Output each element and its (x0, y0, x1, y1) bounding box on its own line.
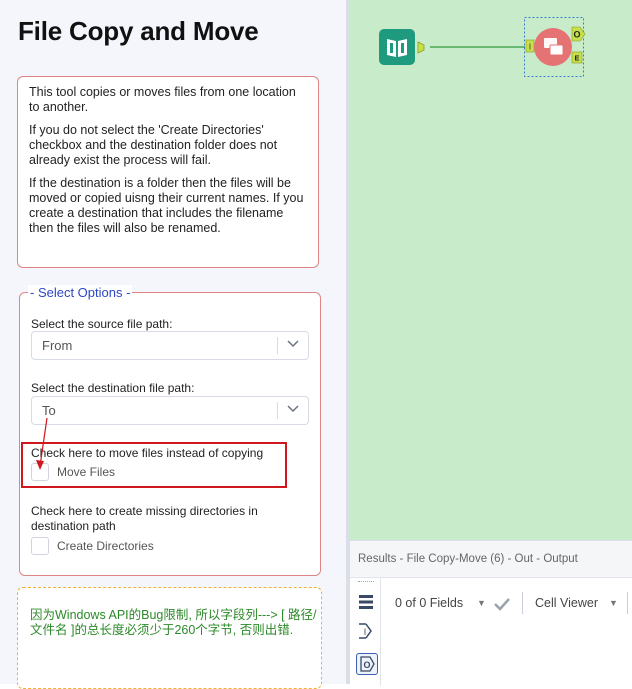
checkmark-icon[interactable] (494, 597, 510, 611)
svg-text:E: E (574, 54, 579, 63)
dropdown-separator (277, 402, 278, 419)
description-paragraph: If the destination is a folder then the … (29, 176, 304, 235)
results-side-rail: I O (350, 578, 381, 686)
chevron-down-icon[interactable] (287, 340, 299, 348)
options-legend: - Select Options - (28, 285, 133, 300)
svg-text:I: I (529, 43, 531, 52)
description-box: This tool copies or moves files from one… (17, 76, 319, 268)
source-path-label: Select the source file path: (31, 317, 173, 331)
toolbar-divider (522, 592, 523, 614)
results-title: Results - File Copy-Move (6) - Out - Out… (358, 553, 578, 565)
cell-viewer-selector[interactable]: Cell Viewer (535, 596, 598, 610)
workflow-canvas[interactable]: I O E (350, 0, 632, 540)
note-box: 因为Windows API的Bug限制, 所以字段列---> [ 路径/文件名 … (17, 587, 322, 689)
results-body: I O 0 of 0 Fields ▼ Cell Viewer ▼ (350, 577, 632, 686)
drag-grip-icon[interactable] (358, 581, 374, 584)
source-path-dropdown[interactable]: From (31, 331, 309, 360)
svg-text:O: O (573, 30, 580, 40)
input-anchor-list-icon[interactable] (356, 592, 376, 612)
dropdown-separator (277, 337, 278, 354)
caret-down-icon[interactable]: ▼ (477, 598, 486, 608)
results-pane: Results - File Copy-Move (6) - Out - Out… (350, 540, 632, 686)
dest-path-dropdown[interactable]: To (31, 396, 309, 425)
annotation-arrow (36, 417, 48, 470)
fields-count-selector[interactable]: 0 of 0 Fields (395, 596, 463, 610)
select-options-group: - Select Options - Select the source fil… (19, 285, 321, 576)
create-directories-checkbox[interactable] (31, 537, 49, 555)
caret-down-icon[interactable]: ▼ (609, 598, 618, 608)
create-dirs-label: Check here to create missing directories… (31, 504, 258, 533)
source-path-value: From (42, 338, 73, 353)
chevron-down-icon[interactable] (287, 405, 299, 413)
description-paragraph: If you do not select the 'Create Directo… (29, 123, 278, 167)
input-anchor-i-icon[interactable]: I (356, 621, 376, 641)
tool-title: File Copy and Move (18, 16, 259, 46)
create-directories-checkbox-label[interactable]: Create Directories (57, 539, 154, 553)
svg-text:I: I (364, 627, 367, 637)
svg-text:O: O (363, 660, 370, 670)
annotation-highlight-box (21, 442, 287, 488)
note-text: 因为Windows API的Bug限制, 所以字段列---> [ 路径/文件名 … (30, 608, 317, 637)
file-copy-move-macro-icon[interactable]: I O E (522, 16, 588, 78)
description-paragraph: This tool copies or moves files from one… (29, 85, 296, 114)
toolbar-divider (627, 592, 628, 614)
book-input-icon[interactable] (378, 28, 426, 68)
output-anchor-o-icon[interactable]: O (356, 653, 378, 675)
configuration-panel: File Copy and Move This tool copies or m… (0, 0, 346, 689)
dest-path-label: Select the destination file path: (31, 381, 195, 395)
